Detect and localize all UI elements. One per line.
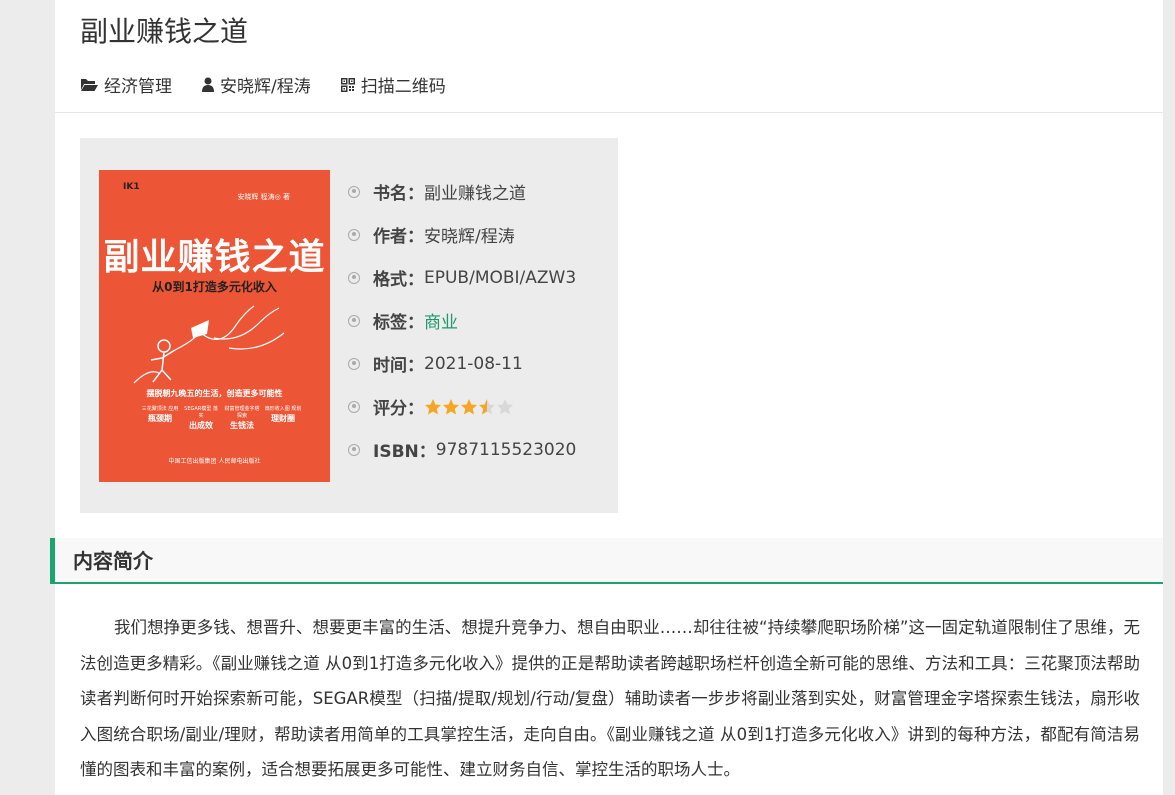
book-author-value: 安晓辉/程涛 bbox=[424, 227, 515, 247]
info-row-format: 格式： EPUB/MOBI/AZW3 bbox=[348, 256, 576, 299]
book-time-value: 2021-08-11 bbox=[424, 353, 523, 374]
book-format-value: EPUB/MOBI/AZW3 bbox=[424, 267, 577, 288]
cover-authors: 安晓辉 程涛◎ 著 bbox=[237, 193, 290, 201]
cover-tool: 扇形收入图 规划 理财圈 bbox=[264, 406, 302, 423]
star-icon bbox=[425, 398, 441, 414]
qrcode-icon bbox=[340, 77, 355, 92]
qrcode-link[interactable]: 扫描二维码 bbox=[340, 72, 446, 97]
author-label: 安晓辉/程涛 bbox=[220, 77, 311, 97]
cover-logo: IK1 bbox=[123, 182, 140, 192]
page-content: 副业赚钱之道 经济管理 安晓辉/程涛 扫描二维码 IK1 安晓辉 程涛◎ 著 副… bbox=[50, 0, 1163, 795]
bullet-icon bbox=[348, 271, 360, 284]
book-cover-image: IK1 安晓辉 程涛◎ 著 副业赚钱之道 从0到1打造多元化收入 摆脱朝九晚五的… bbox=[99, 170, 330, 482]
rating-stars bbox=[424, 398, 514, 416]
bullet-icon bbox=[348, 357, 360, 370]
header-divider bbox=[55, 112, 1163, 113]
book-info-list: 书名： 副业赚钱之道 作者： 安晓辉/程涛 格式： EPUB/MOBI/AZW3… bbox=[348, 170, 576, 471]
info-row-author: 作者： 安晓辉/程涛 bbox=[348, 213, 576, 256]
info-row-time: 时间： 2021-08-11 bbox=[348, 342, 576, 385]
cover-tool: 三花聚顶法 应用 瓶颈期 bbox=[141, 406, 179, 423]
section-title: 内容简介 bbox=[73, 549, 153, 573]
qrcode-label: 扫描二维码 bbox=[360, 77, 446, 97]
info-row-rating: 评分： bbox=[348, 385, 576, 428]
star-icon bbox=[497, 398, 513, 414]
book-isbn-value: 9787115523020 bbox=[435, 439, 577, 460]
section-accent-bar bbox=[50, 538, 55, 584]
info-row-name: 书名： 副业赚钱之道 bbox=[348, 170, 576, 213]
cover-tagline: 摆脱朝九晚五的生活，创造更多可能性 bbox=[146, 389, 283, 398]
bullet-icon bbox=[348, 314, 360, 327]
tag-link[interactable]: 商业 bbox=[424, 308, 458, 333]
category-label: 经济管理 bbox=[104, 77, 172, 97]
intro-paragraph: 我们想挣更多钱、想晋升、想要更丰富的生活、想提升竞争力、想自由职业……却往往被“… bbox=[80, 618, 1140, 779]
section-header: 内容简介 bbox=[50, 538, 1163, 584]
page-title: 副业赚钱之道 bbox=[80, 15, 249, 48]
star-icon bbox=[443, 398, 459, 414]
cover-tool: SEGAR模型 落实 出成效 bbox=[184, 406, 218, 430]
cover-illustration bbox=[133, 305, 285, 384]
user-icon bbox=[202, 77, 214, 92]
info-row-isbn: ISBN： 9787115523020 bbox=[348, 428, 576, 471]
folder-open-icon bbox=[81, 78, 98, 91]
cover-tools: 三花聚顶法 应用 瓶颈期 SEGAR模型 落实 出成效 财富管理金字塔 探索 生… bbox=[141, 406, 305, 431]
cover-subtitle: 从0到1打造多元化收入 bbox=[152, 280, 277, 294]
star-icon bbox=[479, 398, 495, 414]
star-icon bbox=[461, 398, 477, 414]
bullet-icon bbox=[348, 400, 360, 413]
author-link[interactable]: 安晓辉/程涛 bbox=[202, 72, 311, 97]
cover-tool: 财富管理金字塔 探索 生钱法 bbox=[224, 406, 260, 430]
book-info-box: IK1 安晓辉 程涛◎ 著 副业赚钱之道 从0到1打造多元化收入 摆脱朝九晚五的… bbox=[80, 138, 618, 513]
category-link[interactable]: 经济管理 bbox=[80, 72, 172, 97]
cover-title: 副业赚钱之道 bbox=[103, 237, 326, 278]
bullet-icon bbox=[348, 443, 360, 456]
meta-bar: 经济管理 安晓辉/程涛 扫描二维码 bbox=[80, 72, 476, 97]
cover-publishers: 中国工信出版集团 人民邮电出版社 bbox=[168, 458, 261, 465]
bullet-icon bbox=[348, 228, 360, 241]
info-row-tag: 标签： 商业 bbox=[348, 299, 576, 342]
book-name-value: 副业赚钱之道 bbox=[424, 184, 526, 204]
bullet-icon bbox=[348, 185, 360, 198]
